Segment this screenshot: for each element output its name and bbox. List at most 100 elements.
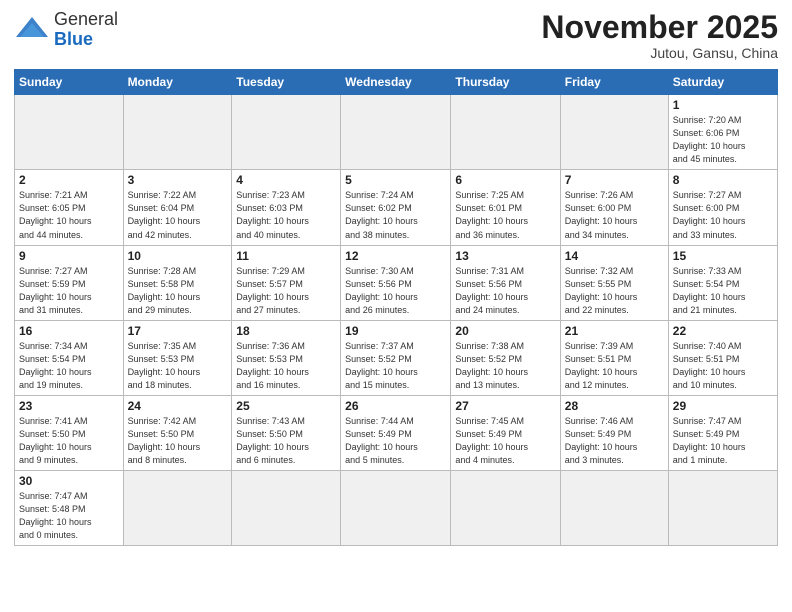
day-number: 12 <box>345 249 446 263</box>
calendar-cell: 18 Sunrise: 7:36 AM Sunset: 5:53 PM Dayli… <box>232 320 341 395</box>
calendar-week-row: 16 Sunrise: 7:34 AM Sunset: 5:54 PM Dayli… <box>15 320 778 395</box>
day-number: 7 <box>565 173 664 187</box>
day-info: Sunrise: 7:41 AM Sunset: 5:50 PM Dayligh… <box>19 415 119 467</box>
col-header-sunday: Sunday <box>15 70 124 95</box>
day-info: Sunrise: 7:21 AM Sunset: 6:05 PM Dayligh… <box>19 189 119 241</box>
col-header-tuesday: Tuesday <box>232 70 341 95</box>
day-info: Sunrise: 7:39 AM Sunset: 5:51 PM Dayligh… <box>565 340 664 392</box>
col-header-saturday: Saturday <box>668 70 777 95</box>
calendar-cell <box>451 95 560 170</box>
day-info: Sunrise: 7:38 AM Sunset: 5:52 PM Dayligh… <box>455 340 555 392</box>
logo-general: General <box>54 9 118 29</box>
calendar-cell: 25Sunrise: 7:43 AM Sunset: 5:50 PM Dayli… <box>232 395 341 470</box>
day-number: 23 <box>19 399 119 413</box>
day-number: 30 <box>19 474 119 488</box>
day-info: Sunrise: 7:37 AM Sunset: 5:52 PM Dayligh… <box>345 340 446 392</box>
calendar-cell <box>560 471 668 546</box>
calendar-cell: 28Sunrise: 7:46 AM Sunset: 5:49 PM Dayli… <box>560 395 668 470</box>
logo: General Blue <box>14 10 118 50</box>
calendar-cell: 2 Sunrise: 7:21 AM Sunset: 6:05 PM Daylig… <box>15 170 124 245</box>
calendar-cell <box>341 471 451 546</box>
day-number: 15 <box>673 249 773 263</box>
calendar-cell: 12 Sunrise: 7:30 AM Sunset: 5:56 PM Dayli… <box>341 245 451 320</box>
day-number: 5 <box>345 173 446 187</box>
calendar-cell: 17Sunrise: 7:35 AM Sunset: 5:53 PM Dayli… <box>123 320 232 395</box>
month-title: November 2025 <box>541 10 778 45</box>
day-info: Sunrise: 7:26 AM Sunset: 6:00 PM Dayligh… <box>565 189 664 241</box>
day-number: 13 <box>455 249 555 263</box>
day-info: Sunrise: 7:35 AM Sunset: 5:53 PM Dayligh… <box>128 340 228 392</box>
calendar-cell: 19 Sunrise: 7:37 AM Sunset: 5:52 PM Dayli… <box>341 320 451 395</box>
calendar-cell: 16 Sunrise: 7:34 AM Sunset: 5:54 PM Dayli… <box>15 320 124 395</box>
day-info: Sunrise: 7:30 AM Sunset: 5:56 PM Dayligh… <box>345 265 446 317</box>
day-number: 25 <box>236 399 336 413</box>
day-info: Sunrise: 7:29 AM Sunset: 5:57 PM Dayligh… <box>236 265 336 317</box>
logo-text: General Blue <box>54 10 118 50</box>
day-number: 19 <box>345 324 446 338</box>
day-number: 24 <box>128 399 228 413</box>
day-number: 16 <box>19 324 119 338</box>
day-info: Sunrise: 7:28 AM Sunset: 5:58 PM Dayligh… <box>128 265 228 317</box>
day-number: 9 <box>19 249 119 263</box>
calendar-cell: 10Sunrise: 7:28 AM Sunset: 5:58 PM Dayli… <box>123 245 232 320</box>
day-info: Sunrise: 7:20 AM Sunset: 6:06 PM Dayligh… <box>673 114 773 166</box>
calendar-header-row: SundayMondayTuesdayWednesdayThursdayFrid… <box>15 70 778 95</box>
day-info: Sunrise: 7:34 AM Sunset: 5:54 PM Dayligh… <box>19 340 119 392</box>
location-subtitle: Jutou, Gansu, China <box>541 45 778 61</box>
day-info: Sunrise: 7:40 AM Sunset: 5:51 PM Dayligh… <box>673 340 773 392</box>
day-number: 2 <box>19 173 119 187</box>
calendar-cell: 7 Sunrise: 7:26 AM Sunset: 6:00 PM Daylig… <box>560 170 668 245</box>
day-info: Sunrise: 7:33 AM Sunset: 5:54 PM Dayligh… <box>673 265 773 317</box>
calendar-cell <box>123 471 232 546</box>
calendar-cell: 26Sunrise: 7:44 AM Sunset: 5:49 PM Dayli… <box>341 395 451 470</box>
calendar-cell: 23 Sunrise: 7:41 AM Sunset: 5:50 PM Dayli… <box>15 395 124 470</box>
day-info: Sunrise: 7:31 AM Sunset: 5:56 PM Dayligh… <box>455 265 555 317</box>
col-header-friday: Friday <box>560 70 668 95</box>
day-number: 29 <box>673 399 773 413</box>
calendar-cell: 4Sunrise: 7:23 AM Sunset: 6:03 PM Daylig… <box>232 170 341 245</box>
day-number: 27 <box>455 399 555 413</box>
calendar-week-row: 9Sunrise: 7:27 AM Sunset: 5:59 PM Daylig… <box>15 245 778 320</box>
calendar-cell: 30Sunrise: 7:47 AM Sunset: 5:48 PM Dayli… <box>15 471 124 546</box>
day-number: 3 <box>128 173 228 187</box>
logo-icon <box>14 15 50 45</box>
title-block: November 2025 Jutou, Gansu, China <box>541 10 778 61</box>
day-number: 6 <box>455 173 555 187</box>
day-number: 18 <box>236 324 336 338</box>
day-info: Sunrise: 7:25 AM Sunset: 6:01 PM Dayligh… <box>455 189 555 241</box>
day-number: 22 <box>673 324 773 338</box>
day-number: 4 <box>236 173 336 187</box>
col-header-wednesday: Wednesday <box>341 70 451 95</box>
calendar-week-row: 1Sunrise: 7:20 AM Sunset: 6:06 PM Daylig… <box>15 95 778 170</box>
header: General Blue November 2025 Jutou, Gansu,… <box>14 10 778 61</box>
calendar-cell <box>560 95 668 170</box>
calendar-cell: 24Sunrise: 7:42 AM Sunset: 5:50 PM Dayli… <box>123 395 232 470</box>
day-info: Sunrise: 7:45 AM Sunset: 5:49 PM Dayligh… <box>455 415 555 467</box>
calendar-cell: 3Sunrise: 7:22 AM Sunset: 6:04 PM Daylig… <box>123 170 232 245</box>
calendar-cell: 5 Sunrise: 7:24 AM Sunset: 6:02 PM Daylig… <box>341 170 451 245</box>
calendar-week-row: 30Sunrise: 7:47 AM Sunset: 5:48 PM Dayli… <box>15 471 778 546</box>
day-number: 11 <box>236 249 336 263</box>
calendar-cell: 14Sunrise: 7:32 AM Sunset: 5:55 PM Dayli… <box>560 245 668 320</box>
col-header-monday: Monday <box>123 70 232 95</box>
day-info: Sunrise: 7:36 AM Sunset: 5:53 PM Dayligh… <box>236 340 336 392</box>
calendar-week-row: 2 Sunrise: 7:21 AM Sunset: 6:05 PM Daylig… <box>15 170 778 245</box>
calendar-cell <box>341 95 451 170</box>
calendar-cell: 20Sunrise: 7:38 AM Sunset: 5:52 PM Dayli… <box>451 320 560 395</box>
calendar-cell <box>232 471 341 546</box>
col-header-thursday: Thursday <box>451 70 560 95</box>
calendar-cell: 21Sunrise: 7:39 AM Sunset: 5:51 PM Dayli… <box>560 320 668 395</box>
calendar-cell: 9Sunrise: 7:27 AM Sunset: 5:59 PM Daylig… <box>15 245 124 320</box>
day-info: Sunrise: 7:32 AM Sunset: 5:55 PM Dayligh… <box>565 265 664 317</box>
calendar-cell <box>123 95 232 170</box>
calendar-cell <box>232 95 341 170</box>
calendar-cell: 27 Sunrise: 7:45 AM Sunset: 5:49 PM Dayli… <box>451 395 560 470</box>
logo-blue: Blue <box>54 29 93 49</box>
day-number: 8 <box>673 173 773 187</box>
calendar-cell: 8Sunrise: 7:27 AM Sunset: 6:00 PM Daylig… <box>668 170 777 245</box>
calendar-week-row: 23 Sunrise: 7:41 AM Sunset: 5:50 PM Dayli… <box>15 395 778 470</box>
calendar-cell: 15 Sunrise: 7:33 AM Sunset: 5:54 PM Dayli… <box>668 245 777 320</box>
day-info: Sunrise: 7:24 AM Sunset: 6:02 PM Dayligh… <box>345 189 446 241</box>
day-number: 26 <box>345 399 446 413</box>
calendar-cell: 13 Sunrise: 7:31 AM Sunset: 5:56 PM Dayli… <box>451 245 560 320</box>
